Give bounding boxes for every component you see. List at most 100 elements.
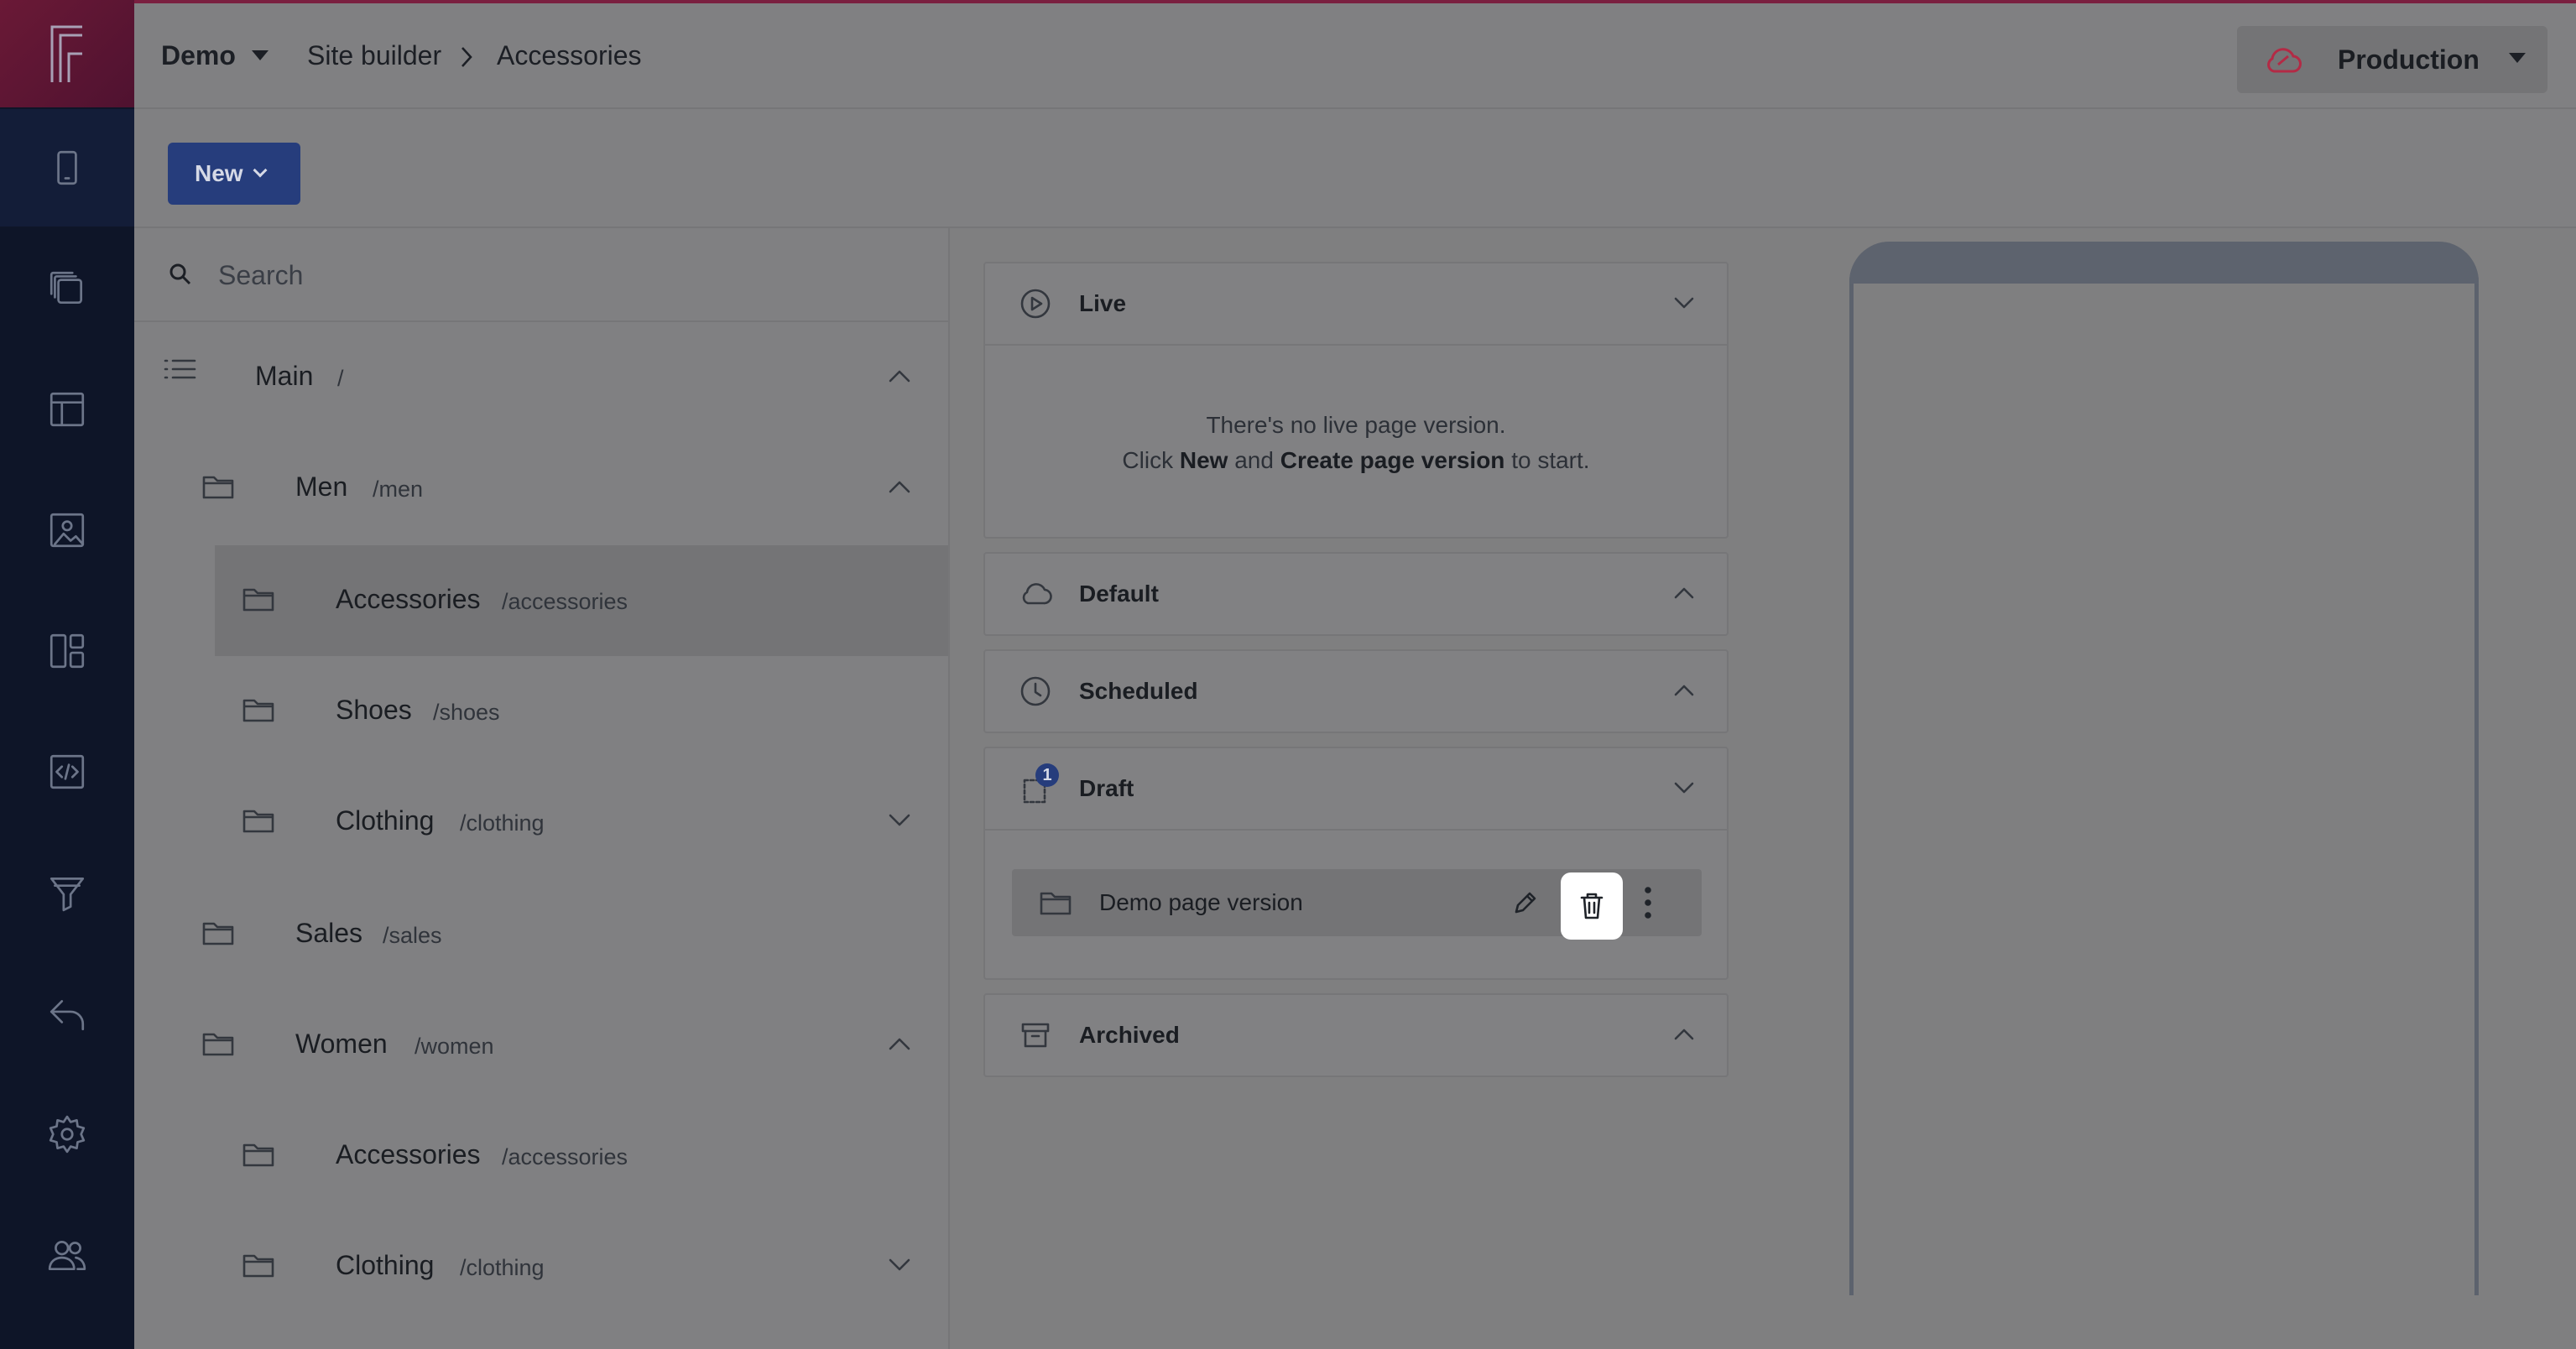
tree-item-sales[interactable]: Sales /sales (134, 879, 948, 990)
search-icon (169, 263, 191, 285)
environment-label: Production (2338, 44, 2480, 75)
folder-icon (201, 918, 235, 948)
tree-item-name: Clothing (336, 1250, 435, 1280)
folder-icon (201, 471, 235, 502)
tree-item-path: /women (415, 1034, 494, 1059)
chevron-up-icon (1673, 1027, 1695, 1042)
tree-item-women[interactable]: Women /women (134, 990, 948, 1101)
tree-item-name: Women (295, 1029, 388, 1059)
live-section: Live There's no live page version. Click… (983, 262, 1729, 539)
rail-mobile[interactable] (0, 109, 134, 227)
tree-item-men-accessories[interactable]: Accessories /accessories (215, 545, 948, 656)
tree-item-name: Sales (295, 918, 363, 948)
live-section-header[interactable]: Live (985, 263, 1727, 344)
chevron-down-icon[interactable] (252, 50, 269, 60)
tree-item-shoes[interactable]: Shoes /shoes (134, 656, 948, 767)
code-icon (50, 754, 85, 789)
tree-item-name: Accessories (336, 1139, 481, 1169)
version-name: Demo page version (1099, 889, 1303, 915)
rail-users[interactable] (0, 1196, 134, 1314)
tree-item-path: /accessories (502, 1144, 628, 1169)
folder-icon (201, 1029, 235, 1059)
live-empty-message: There's no live page version. Click New … (985, 346, 1727, 478)
archive-icon (1019, 1018, 1052, 1052)
tree-item-path: /clothing (460, 1255, 545, 1280)
search-input[interactable] (218, 252, 889, 299)
breadcrumb-site-builder[interactable]: Site builder (307, 40, 441, 71)
section-title: Default (1079, 581, 1159, 607)
rail-components[interactable] (0, 592, 134, 710)
rail-filter[interactable] (0, 834, 134, 951)
section-title: Scheduled (1079, 678, 1198, 704)
chevron-down-icon[interactable] (888, 1257, 911, 1273)
archived-section-header[interactable]: Archived (985, 995, 1727, 1076)
play-circle-icon (1019, 287, 1052, 320)
section-title: Archived (1079, 1022, 1180, 1048)
page-tree-panel: Main / Men /men Accessories /accessories… (134, 228, 950, 1349)
folder-icon (242, 1250, 275, 1280)
empty-text: Click (1122, 447, 1174, 473)
top-bar: Demo Site builder Accessories Production (134, 0, 2576, 109)
new-button-label: New (195, 160, 243, 186)
chevron-up-icon (1673, 683, 1695, 698)
folder-icon (1039, 888, 1072, 918)
folder-icon (242, 584, 275, 614)
cloud-alert-icon (2267, 48, 2302, 73)
mobile-preview-frame (1849, 242, 2479, 1295)
default-section: Default (983, 552, 1729, 636)
empty-text: to start. (1511, 447, 1590, 473)
rail-undo[interactable] (0, 955, 134, 1072)
rail-layout[interactable] (0, 351, 134, 468)
users-icon (48, 1241, 86, 1271)
brand-logo[interactable] (0, 0, 134, 107)
more-options-button[interactable] (1623, 869, 1673, 936)
delete-version-button[interactable] (1561, 872, 1623, 940)
left-rail (0, 0, 134, 1349)
environment-selector[interactable]: Production (2237, 26, 2547, 93)
tree-item-women-clothing[interactable]: Clothing /clothing (134, 1211, 948, 1322)
folder-icon (242, 805, 275, 836)
rail-code[interactable] (0, 713, 134, 831)
image-icon (50, 513, 85, 548)
tree-item-name: Shoes (336, 695, 412, 725)
clock-icon (1019, 674, 1052, 708)
chevron-up-icon[interactable] (888, 367, 911, 384)
scheduled-section-header[interactable]: Scheduled (985, 651, 1727, 732)
tree-item-name: Men (295, 471, 348, 502)
chevron-down-icon (2509, 53, 2526, 63)
new-button[interactable]: New (168, 143, 300, 205)
rail-media[interactable] (0, 471, 134, 589)
edit-version-button[interactable] (1495, 869, 1556, 936)
default-section-header[interactable]: Default (985, 554, 1727, 634)
folder-icon (242, 695, 275, 725)
tree-item-women-accessories[interactable]: Accessories /accessories (134, 1101, 948, 1211)
chevron-up-icon[interactable] (888, 478, 911, 495)
section-title: Live (1079, 290, 1127, 316)
trash-icon (1580, 893, 1603, 919)
mobile-preview-top-bar (1849, 242, 2479, 284)
chevron-down-icon (253, 163, 268, 178)
tree-item-main[interactable]: Main / (134, 322, 948, 433)
project-selector[interactable]: Demo (161, 40, 236, 71)
list-icon (163, 354, 196, 384)
draft-section-header[interactable]: 1 Draft (985, 748, 1727, 829)
rail-settings[interactable] (0, 1076, 134, 1193)
chevron-up-icon[interactable] (888, 1035, 911, 1052)
filter-icon (50, 877, 85, 912)
chevron-down-icon[interactable] (888, 812, 911, 829)
more-vertical-icon (1645, 887, 1651, 919)
empty-strong: New (1179, 447, 1228, 473)
rail-pages[interactable] (0, 230, 134, 347)
chevron-down-icon (1673, 295, 1695, 310)
tree-item-path: /accessories (502, 589, 628, 614)
draft-section: 1 Draft Demo page version (983, 747, 1729, 980)
pencil-icon (1515, 892, 1536, 914)
breadcrumb-current: Accessories (497, 40, 642, 70)
search-bar (134, 228, 948, 322)
toolbar: New (134, 109, 2576, 228)
tree-item-path: /clothing (460, 810, 545, 836)
live-section-body: There's no live page version. Click New … (985, 344, 1727, 539)
tree-item-path: / (337, 366, 344, 391)
tree-item-men[interactable]: Men /men (134, 433, 948, 544)
tree-item-men-clothing[interactable]: Clothing /clothing (134, 767, 948, 878)
